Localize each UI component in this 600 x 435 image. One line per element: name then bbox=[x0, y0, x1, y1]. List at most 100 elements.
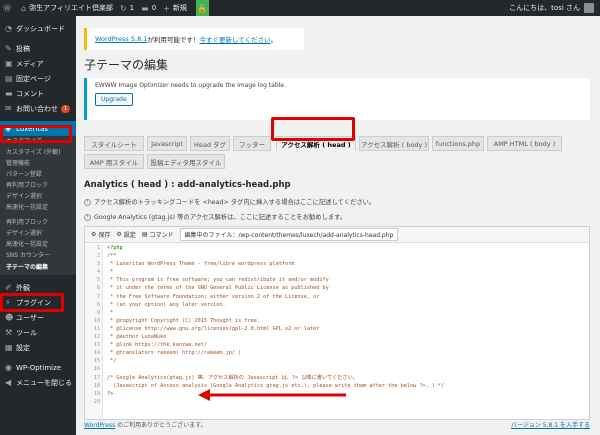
site-name: 弥生アフィリエイト倶楽部 bbox=[29, 4, 113, 12]
submenu-item-child-theme-edit[interactable]: 子テーマの編集 bbox=[0, 261, 76, 275]
notification-badge: 1 bbox=[61, 104, 71, 113]
tab-stylesheet[interactable]: スタイルシート bbox=[84, 136, 144, 151]
tab-analytics-head[interactable]: アクセス解析 ( head ) bbox=[276, 136, 356, 151]
sidebar-label: Luxeritas bbox=[16, 124, 48, 133]
wordpress-icon: Ⓦ bbox=[3, 3, 11, 13]
code-text: * (at your option) any later version. bbox=[107, 301, 226, 308]
code-area[interactable]: 1 <?php 2/** 3 * Luxeritas WordPress Theme … bbox=[85, 244, 589, 419]
upgrade-button[interactable]: Upgrade bbox=[95, 93, 133, 106]
lock-icon[interactable]: 🔒 bbox=[195, 0, 209, 16]
code-text: ?> bbox=[107, 390, 114, 397]
line-number: 20 bbox=[93, 398, 100, 405]
info-text: アクセス解析のトラッキングコードを <head> タグ内に挿入する場合はここに記… bbox=[94, 199, 376, 206]
sidebar-item-tools[interactable]: ⚒ ツール bbox=[0, 325, 76, 340]
sidebar-item-wp-optimize[interactable]: ◉ WP-Optimize bbox=[0, 360, 76, 375]
wp-optimize-icon: ◉ bbox=[5, 363, 12, 372]
sidebar-item-users[interactable]: ☻ ユーザー bbox=[0, 310, 76, 325]
sidebar-item-settings[interactable]: ▦ 設定 bbox=[0, 340, 76, 355]
tab-functions-php[interactable]: functions.php bbox=[432, 136, 484, 151]
update-now-link[interactable]: 今すぐ更新してください bbox=[199, 34, 270, 44]
code-line: 1 <?php bbox=[85, 244, 589, 252]
line-number: 1 bbox=[96, 245, 100, 251]
line-number: 18 bbox=[93, 382, 100, 389]
submenu-item[interactable]: カスタマイズ bbox=[0, 136, 76, 147]
settings-button[interactable]: ⚙ 設定 bbox=[116, 230, 135, 239]
sidebar-item-appearance[interactable]: ✐ 外観 bbox=[0, 280, 76, 295]
code-line: 19 ?> bbox=[85, 390, 589, 398]
new-content-menu[interactable]: + 新規 bbox=[163, 3, 187, 13]
wrench-icon: ⚒ bbox=[5, 328, 13, 337]
sidebar-item-posts[interactable]: ✎ 投稿 bbox=[0, 41, 76, 56]
tab-amp-style[interactable]: AMP 用スタイル bbox=[84, 154, 144, 169]
comments-count: 0 bbox=[151, 4, 157, 12]
howdy-text: こんにちは、tosi さん bbox=[509, 4, 580, 12]
submenu-item[interactable]: デザイン選択 bbox=[0, 228, 76, 239]
code-editor: ⚙ 保存 ⚙ 設定 ▤ コマンド 編集中のファイル：/wp-content/theme… bbox=[84, 226, 590, 420]
sidebar-label: お問い合わせ bbox=[16, 104, 58, 113]
submenu-item[interactable]: 再利用ブロック bbox=[0, 217, 76, 228]
user-menu[interactable]: こんにちは、tosi さん bbox=[509, 0, 594, 16]
wp-logo-menu[interactable]: Ⓦ bbox=[3, 3, 14, 14]
code-line: 3 * Luxeritas WordPress Theme - free/lib… bbox=[85, 260, 589, 268]
tab-analytics-body[interactable]: アクセス解析 ( body ) bbox=[359, 136, 429, 151]
brush-icon: ✐ bbox=[5, 283, 12, 292]
submenu-item[interactable]: 高速化一括設定 bbox=[0, 239, 76, 250]
media-icon: ▣ bbox=[5, 59, 13, 68]
code-line: 11 * @license http://www.gnu.org/license… bbox=[85, 325, 589, 333]
submenu-item[interactable]: 高速化一括設定 bbox=[0, 202, 76, 213]
sidebar-label: メニューを閉じる bbox=[16, 378, 72, 387]
wordpress-link[interactable]: WordPress bbox=[84, 422, 115, 429]
home-icon: ⌂ bbox=[21, 3, 27, 13]
footer-text: のご利用ありがとうございます。 bbox=[115, 422, 207, 429]
sidebar-item-media[interactable]: ▣ メディア bbox=[0, 56, 76, 71]
line-number: 10 bbox=[93, 317, 100, 324]
tab-amp-html-body[interactable]: AMP HTML ( body ) bbox=[487, 136, 562, 151]
comments-menu[interactable]: ▬ 0 bbox=[141, 4, 156, 13]
code-text: /** bbox=[107, 253, 117, 260]
main-content: WordPress 5.8.1 が利用可能です！ 今すぐ更新してください。 子テー… bbox=[76, 16, 600, 435]
code-text: * bbox=[107, 269, 114, 276]
site-name-menu[interactable]: ⌂ 弥生アフィリエイト倶楽部 bbox=[21, 3, 113, 13]
code-text: */ bbox=[107, 358, 117, 365]
update-text: が利用可能です！ bbox=[147, 36, 200, 44]
wordpress-version-link[interactable]: WordPress 5.8.1 bbox=[95, 35, 147, 43]
submenu-item[interactable]: 再利用ブロック bbox=[0, 180, 76, 191]
submenu-item[interactable]: デザイン選択 bbox=[0, 191, 76, 202]
admin-sidebar: ◔ ダッシュボード ✎ 投稿 ▣ メディア ▤ 固定ページ ▬ コメント ✉ お問い合わせ 1… bbox=[0, 16, 76, 435]
code-text: * Luxeritas WordPress Theme - free/libre… bbox=[107, 261, 295, 268]
submenu-item[interactable]: カスタマイズ (外観) bbox=[0, 147, 76, 158]
save-button[interactable]: ⚙ 保存 bbox=[91, 230, 110, 239]
sidebar-label: ダッシュボード bbox=[16, 24, 65, 33]
command-button[interactable]: ▤ コマンド bbox=[142, 230, 174, 239]
section-title: Analytics ( head ) : add-analytics-head.… bbox=[84, 180, 291, 190]
code-line: 14 * @translators rakeem( http://rakeem.… bbox=[85, 349, 589, 357]
tab-head-tag[interactable]: Head タグ bbox=[190, 136, 230, 151]
tab-footer[interactable]: フッター bbox=[233, 136, 271, 151]
editor-toolbar: ⚙ 保存 ⚙ 設定 ▤ コマンド 編集中のファイル：/wp-content/theme… bbox=[85, 227, 589, 243]
updates-menu[interactable]: ↻ 1 bbox=[120, 4, 134, 13]
sidebar-label: 投稿 bbox=[16, 44, 30, 53]
tab-javascript[interactable]: Javascript bbox=[147, 136, 187, 151]
sidebar-label: コメント bbox=[16, 89, 44, 98]
code-text: * @translators rakeem( http://rakeem.jp/… bbox=[107, 350, 242, 357]
save-icon: ⚙ bbox=[91, 231, 97, 238]
get-version-link[interactable]: バージョン 5.8.1 を入手する bbox=[511, 420, 590, 429]
submenu-item[interactable]: パターン登録 bbox=[0, 169, 76, 180]
sidebar-item-plugins[interactable]: ⚡ プラグイン bbox=[0, 295, 76, 310]
tab-post-editor-style[interactable]: 投稿エディタ用スタイル bbox=[147, 154, 225, 169]
sidebar-item-comments[interactable]: ▬ コメント bbox=[0, 86, 76, 101]
settings-label: 設定 bbox=[123, 232, 136, 239]
collapse-menu[interactable]: ◀ メニューを閉じる bbox=[0, 375, 76, 390]
sidebar-item-luxeritas[interactable]: ◈ Luxeritas bbox=[0, 121, 76, 136]
user-icon: ☻ bbox=[5, 313, 14, 322]
sidebar-item-dashboard[interactable]: ◔ ダッシュボード bbox=[0, 21, 76, 36]
sidebar-label: ツール bbox=[16, 328, 37, 337]
submenu-item[interactable]: SNS カウンター bbox=[0, 250, 76, 261]
line-number: 6 bbox=[96, 285, 100, 292]
pin-icon: ✎ bbox=[5, 44, 12, 53]
line-number: 9 bbox=[96, 309, 100, 316]
sidebar-item-contact[interactable]: ✉ お問い合わせ 1 bbox=[0, 101, 76, 116]
sidebar-item-pages[interactable]: ▤ 固定ページ bbox=[0, 71, 76, 86]
submenu-item[interactable]: 管理機能 bbox=[0, 158, 76, 169]
page-icon: ▤ bbox=[5, 74, 13, 83]
